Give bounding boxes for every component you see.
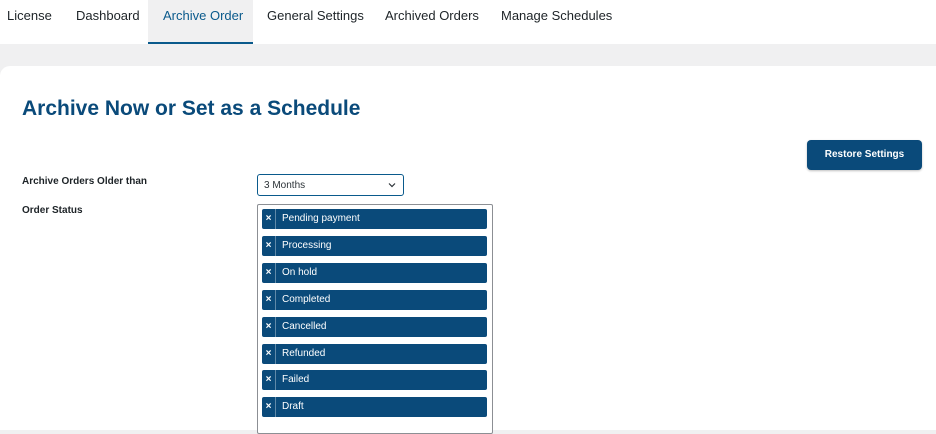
archive-older-than-label: Archive Orders Older than: [22, 176, 148, 187]
status-chip-label: Processing: [282, 240, 332, 251]
order-status-label: Order Status: [22, 205, 83, 216]
status-chip-label: Draft: [282, 401, 304, 412]
status-chip-label: Cancelled: [282, 321, 327, 332]
remove-icon[interactable]: ×: [262, 344, 276, 364]
status-chip-label: Failed: [282, 374, 310, 385]
status-chip-label: Pending payment: [282, 213, 360, 224]
status-chip-pending-payment: × Pending payment: [262, 209, 487, 229]
restore-settings-button[interactable]: Restore Settings: [807, 140, 922, 170]
remove-icon[interactable]: ×: [262, 290, 276, 310]
tab-archived-orders[interactable]: Archived Orders: [385, 0, 479, 44]
remove-icon[interactable]: ×: [262, 317, 276, 337]
archive-older-than-value: 3 Months: [264, 180, 306, 191]
status-chip-failed: × Failed: [262, 370, 487, 390]
archive-older-than-select[interactable]: 3 Months: [257, 174, 404, 196]
status-chip-cancelled: × Cancelled: [262, 317, 487, 337]
tab-license[interactable]: License: [7, 0, 52, 44]
remove-icon[interactable]: ×: [262, 263, 276, 283]
status-chip-draft: × Draft: [262, 397, 487, 417]
status-chip-completed: × Completed: [262, 290, 487, 310]
remove-icon[interactable]: ×: [262, 236, 276, 256]
status-chip-label: Refunded: [282, 348, 326, 359]
status-chip-label: Completed: [282, 294, 331, 305]
tab-manage-schedules[interactable]: Manage Schedules: [501, 0, 612, 44]
page-title: Archive Now or Set as a Schedule: [22, 97, 361, 120]
remove-icon[interactable]: ×: [262, 370, 276, 390]
status-chip-on-hold: × On hold: [262, 263, 487, 283]
chevron-down-icon: [388, 183, 396, 188]
nav-tabs: License Dashboard Archive Order General …: [0, 0, 936, 44]
tab-general-settings[interactable]: General Settings: [267, 0, 364, 44]
remove-icon[interactable]: ×: [262, 209, 276, 229]
tab-archive-order[interactable]: Archive Order: [148, 0, 253, 44]
status-chip-refunded: × Refunded: [262, 344, 487, 364]
status-chip-label: On hold: [282, 267, 318, 278]
status-chip-processing: × Processing: [262, 236, 487, 256]
tab-dashboard[interactable]: Dashboard: [76, 0, 140, 44]
remove-icon[interactable]: ×: [262, 397, 276, 417]
